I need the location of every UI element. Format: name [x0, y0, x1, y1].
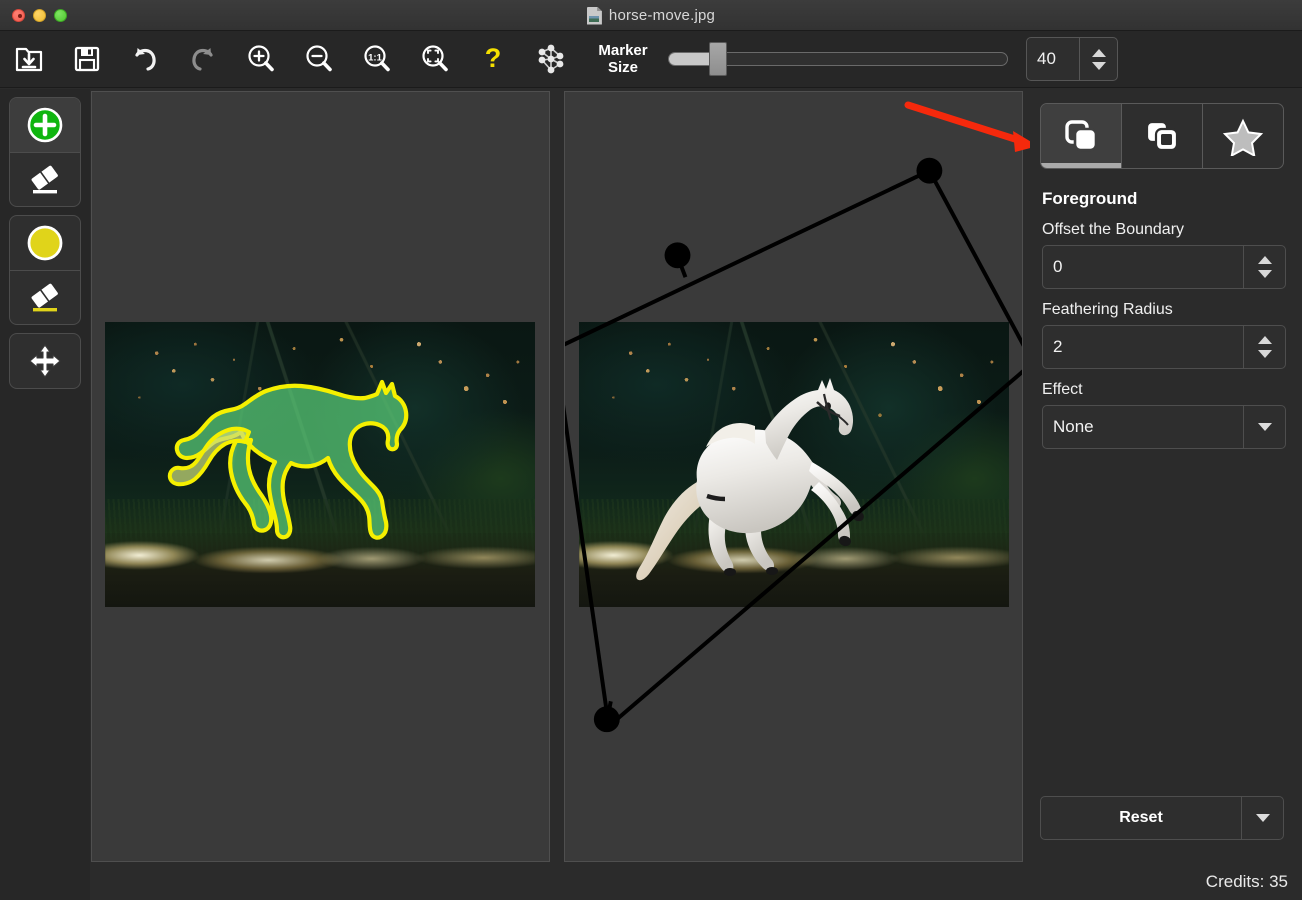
background-tool-group — [9, 215, 81, 325]
effect-select[interactable]: None — [1042, 405, 1286, 449]
marker-size-label-line1: Marker — [586, 42, 660, 59]
folder-download-icon — [13, 43, 45, 75]
tab-foreground[interactable] — [1041, 104, 1122, 168]
move-tool-button[interactable] — [10, 334, 80, 388]
layers-outline-icon — [1139, 116, 1185, 156]
erase-foreground-marker-button[interactable] — [10, 152, 80, 206]
marker-size-label-line2: Size — [586, 59, 660, 76]
app-window: horse-move.jpg — [0, 0, 1302, 900]
add-foreground-marker-button[interactable] — [10, 98, 80, 152]
move-tool-group — [9, 333, 81, 389]
handle-top-right — [916, 158, 942, 184]
star-icon — [1220, 116, 1266, 156]
panel-splitter[interactable] — [552, 89, 562, 900]
feathering-radius-field[interactable]: 2 — [1042, 325, 1286, 369]
redo-button[interactable] — [174, 31, 232, 88]
marker-size-decrement[interactable] — [1092, 62, 1106, 70]
marker-size-value[interactable]: 40 — [1027, 38, 1079, 80]
tab-effects[interactable] — [1203, 104, 1283, 168]
chevron-down-icon — [1258, 423, 1272, 431]
close-button[interactable] — [12, 9, 25, 22]
marker-size-stepper[interactable]: 40 — [1026, 37, 1118, 81]
canvas-area — [90, 89, 1030, 900]
effect-label: Effect — [1042, 381, 1292, 399]
reset-dropdown-arrow[interactable] — [1241, 797, 1283, 839]
save-file-button[interactable] — [58, 31, 116, 88]
offset-the-boundary-value[interactable]: 0 — [1043, 246, 1243, 288]
neural-network-icon — [531, 39, 571, 79]
slider-fill — [669, 53, 713, 65]
layers-filled-icon — [1058, 116, 1104, 156]
redo-arrow-icon — [186, 42, 220, 76]
marker-size-increment[interactable] — [1092, 49, 1106, 57]
offset-increment[interactable] — [1258, 256, 1272, 264]
result-image[interactable] — [579, 322, 1009, 607]
svg-text:1:1: 1:1 — [368, 53, 382, 64]
marker-size-arrows — [1079, 38, 1117, 80]
feathering-radius-value[interactable]: 2 — [1043, 326, 1243, 368]
minimize-button[interactable] — [33, 9, 46, 22]
offset-the-boundary-label: Offset the Boundary — [1042, 221, 1292, 239]
yellow-circle-icon — [26, 224, 64, 262]
reset-control: Reset — [1040, 796, 1284, 840]
open-file-button[interactable] — [0, 31, 58, 88]
window-controls — [12, 9, 67, 22]
svg-text:?: ? — [485, 43, 502, 73]
ai-model-button[interactable] — [522, 31, 580, 88]
handle-bottom-left — [594, 706, 620, 732]
source-image[interactable] — [105, 322, 535, 607]
magnifier-fit-icon — [418, 42, 452, 76]
offset-the-boundary-field[interactable]: 0 — [1042, 245, 1286, 289]
eraser-yellow-icon — [24, 279, 66, 317]
section-title: Foreground — [1042, 189, 1292, 209]
result-image-panel[interactable] — [564, 91, 1023, 862]
undo-button[interactable] — [116, 31, 174, 88]
layer-tabbar — [1040, 103, 1284, 169]
tool-rail — [0, 89, 90, 900]
title-center: horse-move.jpg — [0, 0, 1302, 31]
magnifier-minus-icon — [302, 42, 336, 76]
offset-the-boundary-arrows — [1243, 246, 1285, 288]
zoom-fit-button[interactable] — [406, 31, 464, 88]
floppy-save-icon — [71, 43, 103, 75]
zoom-actual-size-button[interactable]: 1:1 — [348, 31, 406, 88]
magnifier-plus-icon — [244, 42, 278, 76]
magnifier-1to1-icon: 1:1 — [360, 42, 394, 76]
feathering-radius-arrows — [1243, 326, 1285, 368]
main-toolbar: 1:1 ? — [0, 31, 1302, 88]
move-cross-arrows-icon — [26, 342, 64, 380]
reset-button[interactable]: Reset — [1041, 797, 1241, 839]
feathering-decrement[interactable] — [1258, 350, 1272, 358]
settings-panel: Foreground Offset the Boundary 0 Feather… — [1030, 89, 1302, 900]
offset-decrement[interactable] — [1258, 270, 1272, 278]
white-horse-shape — [579, 322, 1009, 607]
credits-label: Credits: 35 — [1206, 872, 1288, 892]
eraser-white-icon — [24, 161, 66, 199]
question-mark-icon: ? — [477, 43, 509, 75]
foreground-tool-group — [9, 97, 81, 207]
source-image-panel[interactable] — [91, 91, 550, 862]
maximize-button[interactable] — [54, 9, 67, 22]
document-icon — [587, 7, 602, 25]
marker-size-label: Marker Size — [586, 42, 660, 76]
green-plus-circle-icon — [26, 106, 64, 144]
feathering-increment[interactable] — [1258, 336, 1272, 344]
tab-background[interactable] — [1122, 104, 1203, 168]
title-bar: horse-move.jpg — [0, 0, 1302, 31]
zoom-in-button[interactable] — [232, 31, 290, 88]
undo-arrow-icon — [128, 42, 162, 76]
effect-value: None — [1043, 406, 1243, 448]
window-title: horse-move.jpg — [609, 7, 715, 24]
chevron-down-icon — [1256, 814, 1270, 822]
marker-size-slider[interactable] — [668, 40, 1008, 78]
zoom-out-button[interactable] — [290, 31, 348, 88]
masked-horse-shape — [105, 322, 535, 607]
background-marker-button[interactable] — [10, 216, 80, 270]
effect-dropdown-arrow[interactable] — [1243, 406, 1285, 448]
handle-top-left — [665, 242, 691, 268]
erase-background-marker-button[interactable] — [10, 270, 80, 324]
slider-thumb[interactable] — [709, 42, 727, 76]
feathering-radius-label: Feathering Radius — [1042, 301, 1292, 319]
help-button[interactable]: ? — [464, 31, 522, 88]
